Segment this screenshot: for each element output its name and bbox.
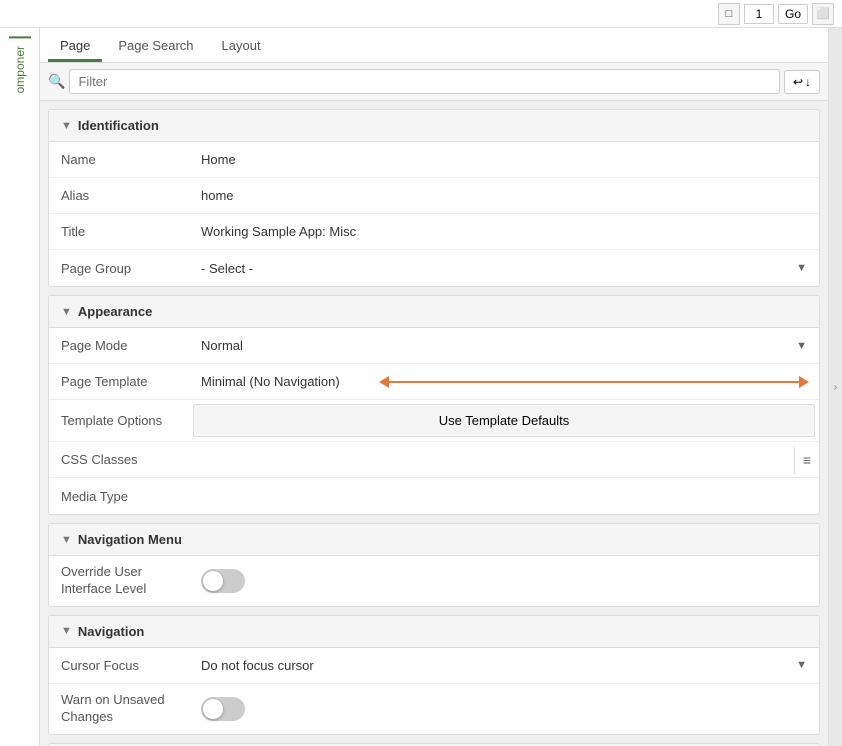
top-bar-controls: □ Go ⬜ [718,3,834,25]
filter-input[interactable] [69,69,780,94]
field-title: Title Working Sample App: Misc [49,214,819,250]
page-group-chevron: ▼ [796,262,807,274]
field-name: Name Home [49,142,819,178]
tab-page-search[interactable]: Page Search [106,32,205,62]
content-area: Page Page Search Layout 🔍 ↩ ↓ ▼ [40,28,828,746]
field-media-type: Media Type [49,478,819,514]
bookmark-icon[interactable]: ⬜ [812,3,834,25]
navigation-header: ▼ Navigation [49,616,819,648]
field-media-type-label: Media Type [49,481,189,512]
field-override-ui-label: Override User Interface Level [49,556,189,606]
field-page-group: Page Group - Select - ▼ [49,250,819,286]
field-alias: Alias home [49,178,819,214]
field-alias-value: home [189,180,819,211]
left-sidebar: omponer [0,28,40,746]
navigation-menu-header: ▼ Navigation Menu [49,524,819,556]
search-icon: 🔍 [48,73,65,90]
navigation-menu-body: Override User Interface Level [49,556,819,606]
template-annotation-arrow [379,376,809,388]
override-ui-toggle[interactable] [201,569,245,593]
field-cursor-focus-label: Cursor Focus [49,650,189,681]
top-bar: □ Go ⬜ [0,0,842,28]
field-cursor-focus-select[interactable]: Do not focus cursor ▼ [189,652,819,679]
css-classes-input[interactable] [189,444,794,475]
field-cursor-focus: Cursor Focus Do not focus cursor ▼ [49,648,819,684]
field-css-classes: CSS Classes ≡ [49,442,819,478]
field-template-options-label: Template Options [49,405,189,436]
warn-toggle-knob [203,699,223,719]
navigation-body: Cursor Focus Do not focus cursor ▼ Warn … [49,648,819,734]
field-title-label: Title [49,216,189,247]
field-warn-unsaved-label: Warn on Unsaved Changes [49,684,189,734]
main-layout: omponer Page Page Search Layout 🔍 ↩ ↓ [0,28,842,746]
field-page-template-value: Minimal (No Navigation) [189,366,344,397]
arrow-line [389,381,799,383]
appearance-chevron: ▼ [61,306,72,318]
cursor-focus-chevron: ▼ [796,659,807,671]
page-mode-chevron: ▼ [796,340,807,352]
field-name-label: Name [49,144,189,175]
filter-action-button[interactable]: ↩ ↓ [784,70,820,94]
field-warn-unsaved: Warn on Unsaved Changes [49,684,819,734]
navigation-section: ▼ Navigation Cursor Focus Do not focus c… [48,615,820,735]
field-title-value: Working Sample App: Misc [189,216,819,247]
css-classes-icon-btn[interactable]: ≡ [794,446,819,474]
field-name-value: Home [189,144,819,175]
arrow-right-head [799,376,809,388]
field-template-options: Template Options Use Template Defaults [49,400,819,442]
right-collapse-handle[interactable]: › [828,28,842,746]
identification-body: Name Home Alias home Title Working Sampl… [49,142,819,286]
navigation-menu-chevron: ▼ [61,534,72,546]
field-page-group-label: Page Group [49,253,189,284]
appearance-section: ▼ Appearance Page Mode Normal ▼ Page Te [48,295,820,515]
warn-unsaved-toggle[interactable] [201,697,245,721]
field-page-template: Page Template Minimal (No Navigation) [49,364,819,400]
navigation-chevron: ▼ [61,625,72,637]
appearance-body: Page Mode Normal ▼ Page Template Minimal… [49,328,819,514]
sidebar-tab-component[interactable]: omponer [9,36,31,101]
identification-header: ▼ Identification [49,110,819,142]
identification-chevron: ▼ [61,120,72,132]
field-page-group-select[interactable]: - Select - ▼ [189,255,819,282]
toggle-knob [203,571,223,591]
navigation-menu-section: ▼ Navigation Menu Override User Interfac… [48,523,820,607]
field-page-template-label: Page Template [49,366,189,397]
tab-page[interactable]: Page [48,32,102,62]
field-alias-label: Alias [49,180,189,211]
page-icon[interactable]: □ [718,3,740,25]
template-options-button[interactable]: Use Template Defaults [193,404,815,437]
field-css-classes-label: CSS Classes [49,444,189,475]
identification-section: ▼ Identification Name Home Alias home [48,109,820,287]
field-page-mode: Page Mode Normal ▼ [49,328,819,364]
arrow-left-head [379,376,389,388]
field-override-ui-value [189,561,819,601]
go-button[interactable]: Go [778,4,808,24]
field-media-type-value [189,488,819,504]
tabs-row: Page Page Search Layout [40,28,828,63]
panel-content: ▼ Identification Name Home Alias home [40,101,828,746]
appearance-header: ▼ Appearance [49,296,819,328]
field-page-mode-select[interactable]: Normal ▼ [189,332,819,359]
field-override-ui-level: Override User Interface Level [49,556,819,606]
field-page-mode-label: Page Mode [49,330,189,361]
field-warn-unsaved-value [189,689,819,729]
javascript-section: ▼ JavaScript [48,743,820,746]
tab-layout[interactable]: Layout [210,32,273,62]
page-number-input[interactable] [744,4,774,24]
filter-bar: 🔍 ↩ ↓ [40,63,828,101]
